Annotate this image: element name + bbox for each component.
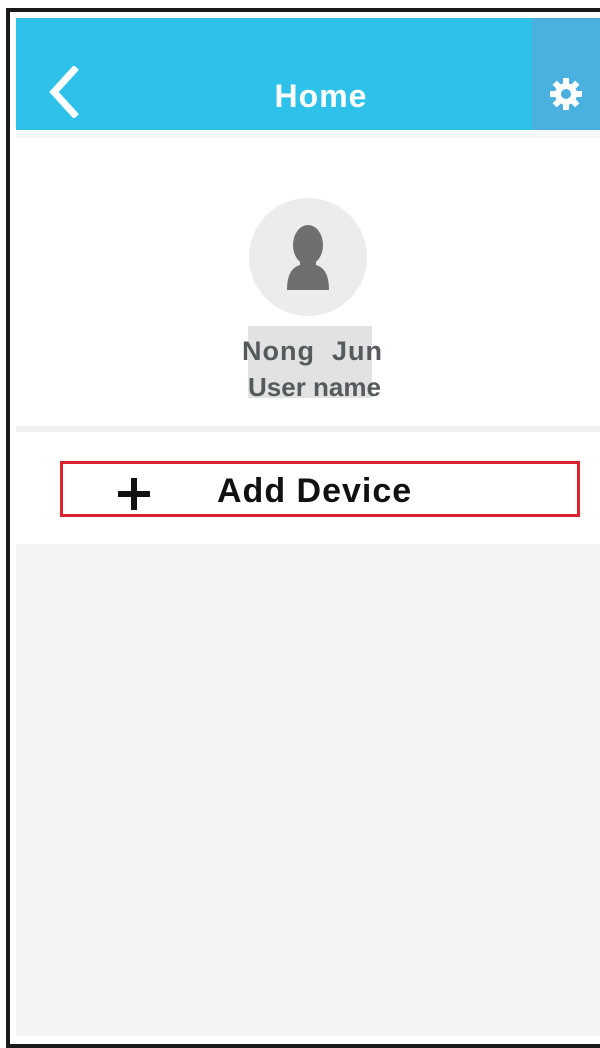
app-screen: Home Nong Jun User name Add Device (16, 18, 600, 1036)
header-bar: Home (16, 18, 600, 130)
user-name: Nong Jun (242, 336, 383, 366)
add-device-label: Add Device (217, 472, 413, 510)
avatar[interactable] (249, 198, 367, 316)
profile-section: Nong Jun User name (16, 130, 600, 426)
user-name-label: User name (248, 372, 381, 402)
page-title: Home (274, 78, 368, 114)
plus-icon (118, 478, 150, 510)
add-device-row: Add Device (16, 432, 600, 544)
app-frame: Home Nong Jun User name Add Device (0, 0, 600, 1048)
add-device-button[interactable]: Add Device (60, 461, 580, 517)
back-button[interactable] (46, 65, 106, 126)
chevron-left-icon (49, 65, 79, 119)
user-silhouette-icon (287, 225, 329, 290)
gear-icon (550, 78, 582, 110)
settings-button[interactable] (532, 18, 600, 130)
